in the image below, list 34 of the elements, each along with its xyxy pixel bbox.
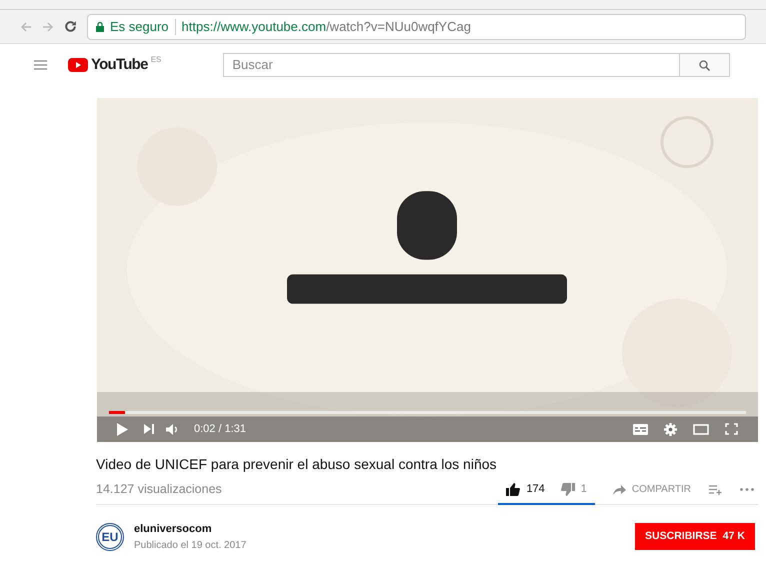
search-button[interactable] <box>680 53 730 77</box>
more-options-icon[interactable] <box>740 488 754 491</box>
channel-avatar[interactable]: EU <box>96 522 124 551</box>
subscribe-button[interactable]: SUSCRIBIRSE 47 K <box>635 523 755 550</box>
search-icon <box>699 60 710 70</box>
menu-icon[interactable] <box>34 60 47 70</box>
publish-date: Publicado el 19 oct. 2017 <box>134 538 246 552</box>
region-label: ES <box>150 54 162 66</box>
dislike-button[interactable]: 1 <box>560 480 587 498</box>
address-bar[interactable]: Es seguro https://www.youtube.com/watch?v=NUu0wqfYCag <box>87 14 746 40</box>
share-button[interactable]: COMPARTIR <box>612 482 691 497</box>
fullscreen-icon[interactable] <box>725 423 738 435</box>
video-title: Video de UNICEF para prevenir el abuso sexual contra los niños <box>96 455 498 474</box>
next-icon[interactable] <box>144 424 154 434</box>
thumbs-up-icon <box>506 482 520 496</box>
play-icon[interactable] <box>117 422 128 436</box>
url-text: https://www.youtube.com/watch?v=NUu0wqfYCag <box>182 18 471 36</box>
channel-name[interactable]: eluniversocom <box>134 521 246 538</box>
volume-icon[interactable] <box>166 424 178 434</box>
reload-icon[interactable] <box>64 20 77 33</box>
time-display: 0:02 / 1:31 <box>194 422 246 437</box>
search-field[interactable]: Buscar <box>223 53 680 77</box>
add-to-playlist-icon[interactable] <box>709 484 722 494</box>
logo-text: YouTube <box>91 54 148 75</box>
play-logo-icon <box>68 58 88 72</box>
like-button[interactable]: 174 <box>506 480 545 498</box>
lock-icon <box>96 22 104 32</box>
theater-mode-icon[interactable] <box>693 424 709 434</box>
secure-label: Es seguro <box>110 18 169 36</box>
subtitles-icon[interactable] <box>633 424 648 434</box>
thumbs-down-icon <box>560 482 575 496</box>
share-arrow-icon <box>612 484 626 494</box>
view-count: 14.127 visualizaciones <box>96 481 222 498</box>
settings-icon[interactable] <box>664 422 677 436</box>
